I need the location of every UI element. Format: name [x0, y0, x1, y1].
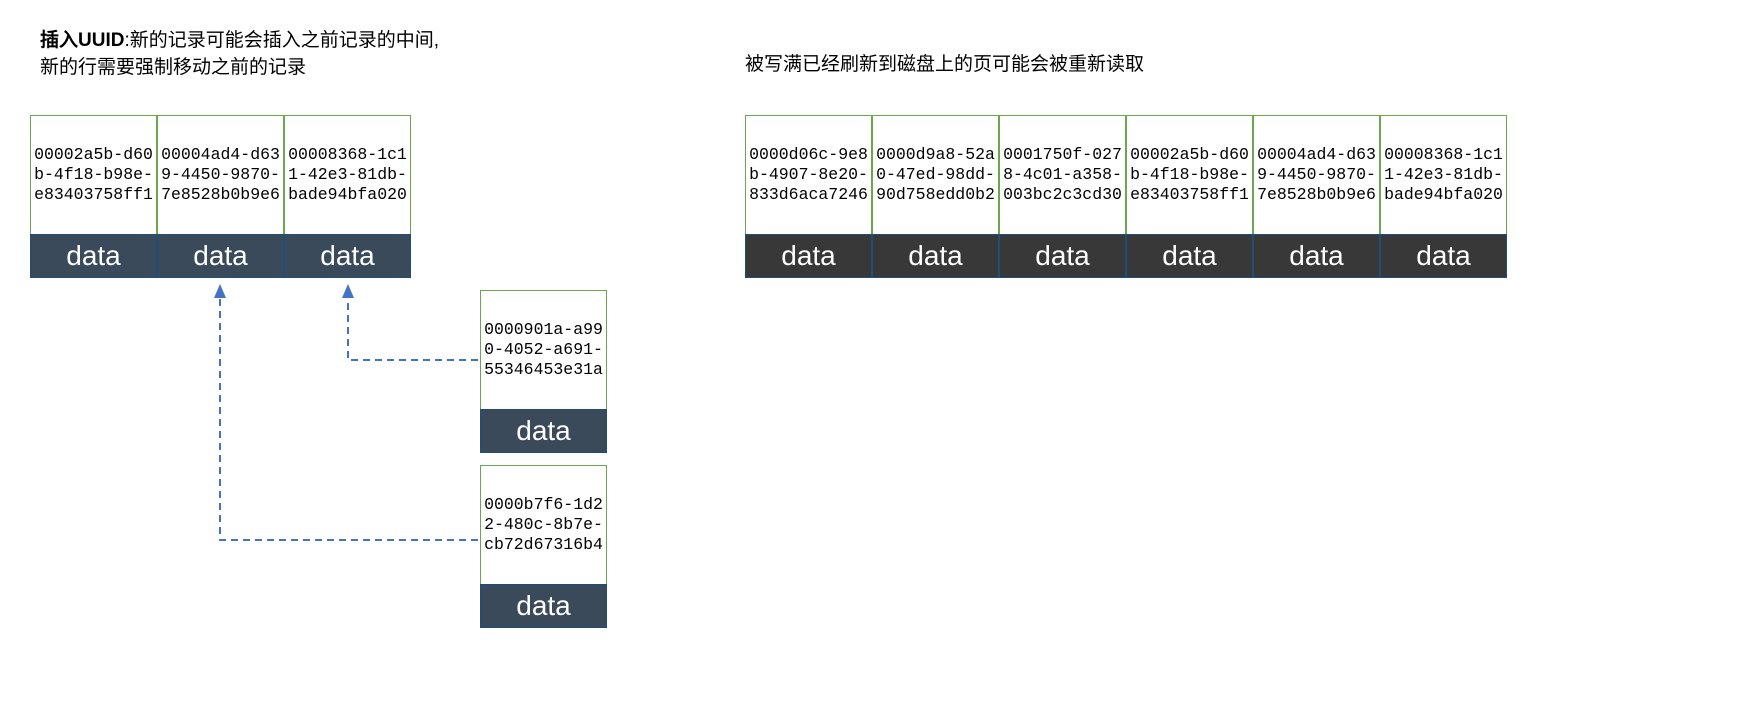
- arrow-insert2: [220, 286, 478, 540]
- uuid-cell: 0000d06c-9e8b-4907-8e20-833d6aca7246 dat…: [745, 115, 872, 278]
- uuid-text: 00004ad4-d639-4450-9870-7e8528b0b9e6: [1253, 115, 1380, 235]
- data-label: data: [157, 234, 284, 278]
- uuid-cell: 0001750f-0278-4c01-a358-003bc2c3cd30 dat…: [999, 115, 1126, 278]
- uuid-text: 00004ad4-d639-4450-9870-7e8528b0b9e6: [157, 115, 284, 235]
- insert-cell-2: 0000b7f6-1d22-480c-8b7e-cb72d67316b4 dat…: [480, 465, 607, 628]
- uuid-cell: 0000d9a8-52a0-47ed-98dd-90d758edd0b2 dat…: [872, 115, 999, 278]
- uuid-cell: 00002a5b-d60b-4f18-b98e-e83403758ff1 dat…: [1126, 115, 1253, 278]
- data-label: data: [480, 409, 607, 453]
- uuid-cell: 00002a5b-d60b-4f18-b98e-e83403758ff1 dat…: [30, 115, 157, 278]
- uuid-text: 00008368-1c11-42e3-81db-bade94bfa020: [284, 115, 411, 235]
- data-label: data: [745, 234, 872, 278]
- uuid-text: 0000d06c-9e8b-4907-8e20-833d6aca7246: [745, 115, 872, 235]
- uuid-text: 0000d9a8-52a0-47ed-98dd-90d758edd0b2: [872, 115, 999, 235]
- data-label: data: [1126, 234, 1253, 278]
- uuid-text: 0000901a-a990-4052-a691-55346453e31a: [480, 290, 607, 410]
- uuid-cell: 00004ad4-d639-4450-9870-7e8528b0b9e6 dat…: [157, 115, 284, 278]
- data-label: data: [480, 584, 607, 628]
- data-label: data: [872, 234, 999, 278]
- uuid-text: 0000b7f6-1d22-480c-8b7e-cb72d67316b4: [480, 465, 607, 585]
- uuid-text: 00002a5b-d60b-4f18-b98e-e83403758ff1: [1126, 115, 1253, 235]
- uuid-cell: 00008368-1c11-42e3-81db-bade94bfa020 dat…: [1380, 115, 1507, 278]
- data-label: data: [999, 234, 1126, 278]
- data-label: data: [30, 234, 157, 278]
- insert-cell-1: 0000901a-a990-4052-a691-55346453e31a dat…: [480, 290, 607, 453]
- uuid-text: 00008368-1c11-42e3-81db-bade94bfa020: [1380, 115, 1507, 235]
- uuid-text: 0001750f-0278-4c01-a358-003bc2c3cd30: [999, 115, 1126, 235]
- right-caption: 被写满已经刷新到磁盘上的页可能会被重新读取: [745, 52, 1144, 79]
- data-label: data: [1253, 234, 1380, 278]
- arrow-insert1: [348, 286, 478, 360]
- insertion-arrows: [0, 0, 1738, 720]
- left-caption: 插入UUID:新的记录可能会插入之前记录的中间, 新的行需要强制移动之前的记录: [40, 28, 460, 81]
- uuid-text: 00002a5b-d60b-4f18-b98e-e83403758ff1: [30, 115, 157, 235]
- left-uuid-row: 00002a5b-d60b-4f18-b98e-e83403758ff1 dat…: [30, 115, 411, 278]
- left-caption-bold: 插入UUID: [40, 30, 124, 51]
- data-label: data: [1380, 234, 1507, 278]
- data-label: data: [284, 234, 411, 278]
- uuid-cell: 00008368-1c11-42e3-81db-bade94bfa020 dat…: [284, 115, 411, 278]
- right-uuid-row: 0000d06c-9e8b-4907-8e20-833d6aca7246 dat…: [745, 115, 1507, 278]
- uuid-cell: 00004ad4-d639-4450-9870-7e8528b0b9e6 dat…: [1253, 115, 1380, 278]
